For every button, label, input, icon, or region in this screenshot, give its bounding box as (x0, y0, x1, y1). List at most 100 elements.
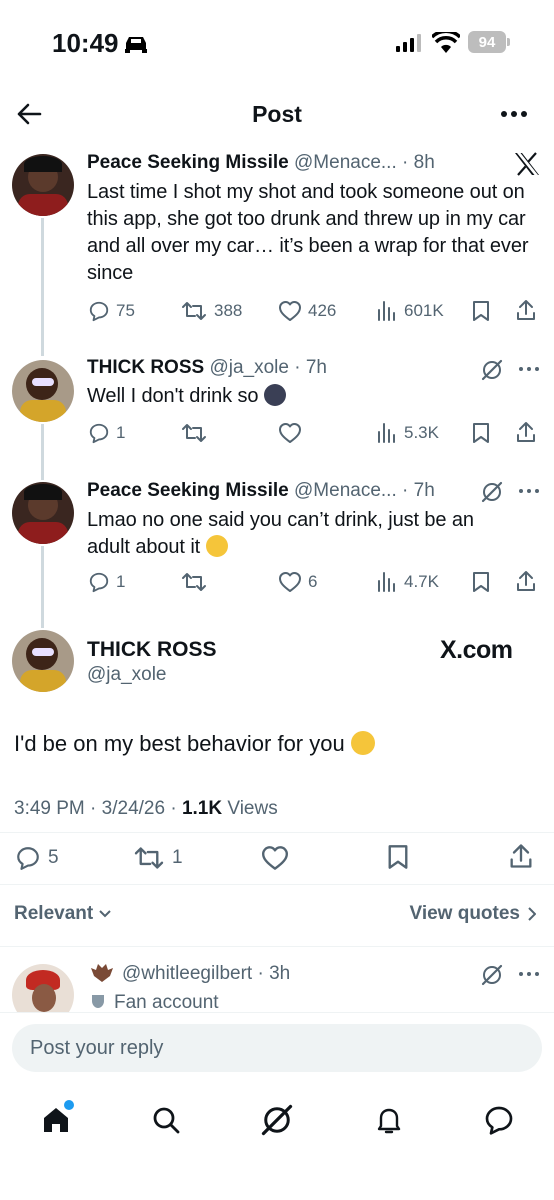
reply-button[interactable]: 1 (88, 571, 125, 593)
like-button[interactable]: 6 (278, 571, 317, 593)
grok-icon[interactable] (259, 1102, 295, 1138)
views-count: 5.3K (404, 423, 439, 442)
repost-button[interactable]: 388 (180, 300, 242, 322)
timestamp[interactable]: 7h (414, 480, 435, 501)
more-icon[interactable] (518, 971, 540, 977)
avatar[interactable] (12, 154, 74, 216)
like-count: 426 (308, 301, 337, 320)
like-button[interactable]: 426 (278, 300, 336, 322)
like-button[interactable] (278, 422, 302, 444)
reply-placeholder: Post your reply (30, 1036, 164, 1059)
views-label: Views (227, 798, 278, 819)
reply-button[interactable]: 1 (88, 422, 125, 444)
reply-icon (17, 847, 39, 870)
watermark: X.com (440, 636, 513, 664)
bookmark-icon[interactable] (386, 844, 410, 870)
handle[interactable]: @whitleegilbert (122, 963, 252, 984)
share-icon[interactable] (508, 842, 534, 870)
thread-line (41, 546, 44, 628)
views-count: 4.7K (404, 572, 439, 591)
views-button[interactable]: 5.3K (376, 422, 439, 444)
reply-icon (89, 572, 109, 593)
emoji-nerd-icon (350, 731, 375, 755)
repost-button[interactable] (180, 422, 208, 444)
like-count: 6 (308, 572, 318, 591)
thread-line (41, 218, 44, 356)
tweet-text: Well I don't drink so (87, 383, 537, 410)
reply-icon (89, 301, 109, 322)
page-title: Post (252, 101, 302, 127)
bookmark-icon[interactable] (471, 422, 491, 444)
chevron-right-icon (528, 907, 536, 921)
heart-icon (279, 301, 301, 321)
bookmark-icon[interactable] (471, 300, 491, 322)
more-icon[interactable] (518, 488, 540, 494)
timestamp[interactable]: 7h (306, 357, 327, 378)
reply-button[interactable]: 75 (88, 300, 135, 322)
share-icon[interactable] (515, 569, 537, 593)
views-button[interactable]: 601K (376, 300, 444, 322)
heart-icon (279, 423, 301, 443)
more-icon[interactable] (518, 366, 540, 372)
repost-button[interactable] (180, 571, 208, 593)
handle[interactable]: @ja_xole (209, 357, 289, 378)
views-icon (378, 572, 395, 592)
chevron-down-icon (99, 910, 111, 918)
reply-count: 1 (116, 572, 126, 591)
reply-button[interactable]: 5 (14, 845, 59, 871)
view-count[interactable]: 1.1K (182, 798, 222, 819)
reply-header: @whitleegilbert · 3h (122, 963, 291, 984)
tweet-header: Peace Seeking Missile @Menace... · 8h (87, 152, 435, 173)
grok-icon[interactable] (480, 358, 504, 382)
post-text: I'd be on my best behavior for you (14, 731, 375, 757)
views-icon (378, 301, 395, 321)
display-name[interactable]: Peace Seeking Missile (87, 480, 289, 501)
repost-icon (182, 573, 206, 591)
repost-count: 1 (172, 847, 183, 868)
messages-icon[interactable] (482, 1104, 516, 1136)
notifications-icon[interactable] (373, 1104, 405, 1136)
reply-count: 75 (116, 301, 135, 320)
share-icon[interactable] (515, 298, 537, 322)
display-name[interactable]: THICK ROSS (87, 638, 217, 662)
avatar[interactable] (12, 630, 74, 692)
handle[interactable]: @Menace... (294, 480, 397, 501)
heart-icon[interactable] (260, 845, 290, 871)
bat-emoji-icon (91, 964, 113, 982)
search-icon[interactable] (150, 1104, 182, 1136)
share-icon[interactable] (515, 420, 537, 444)
more-icon[interactable] (500, 110, 528, 118)
avatar[interactable] (12, 360, 74, 422)
views-button[interactable]: 4.7K (376, 571, 439, 593)
repost-button[interactable]: 1 (132, 845, 183, 871)
avatar[interactable] (12, 482, 74, 544)
timestamp[interactable]: 3h (269, 963, 290, 984)
display-name[interactable]: Peace Seeking Missile (87, 152, 289, 173)
repost-icon (182, 424, 206, 442)
mask-icon (92, 995, 104, 1008)
handle[interactable]: @Menace... (294, 152, 397, 173)
repost-icon (134, 847, 164, 869)
grok-icon[interactable] (480, 480, 504, 504)
bookmark-icon[interactable] (471, 571, 491, 593)
status-time: 10:49 (52, 28, 119, 58)
tweet-header: Peace Seeking Missile @Menace... · 7h (87, 480, 435, 501)
thread-line (41, 424, 44, 480)
view-quotes-link[interactable]: View quotes (409, 903, 536, 925)
emoji-laughing-icon (205, 535, 228, 557)
car-icon (125, 37, 147, 53)
display-name[interactable]: THICK ROSS (87, 357, 204, 378)
header: Post (0, 88, 554, 138)
x-logo-icon (515, 152, 539, 176)
sort-dropdown[interactable]: Relevant (14, 903, 111, 925)
timestamp[interactable]: 8h (414, 152, 435, 173)
reply-count: 1 (116, 423, 126, 442)
handle[interactable]: @ja_xole (87, 664, 167, 686)
heart-icon (279, 572, 301, 592)
tweet-text: Last time I shot my shot and took someon… (87, 181, 529, 284)
grok-icon[interactable] (480, 963, 504, 987)
repost-count: 388 (214, 301, 243, 320)
nav-home[interactable] (40, 1100, 74, 1136)
repost-icon (182, 302, 206, 320)
reply-input[interactable]: Post your reply (12, 1024, 542, 1072)
